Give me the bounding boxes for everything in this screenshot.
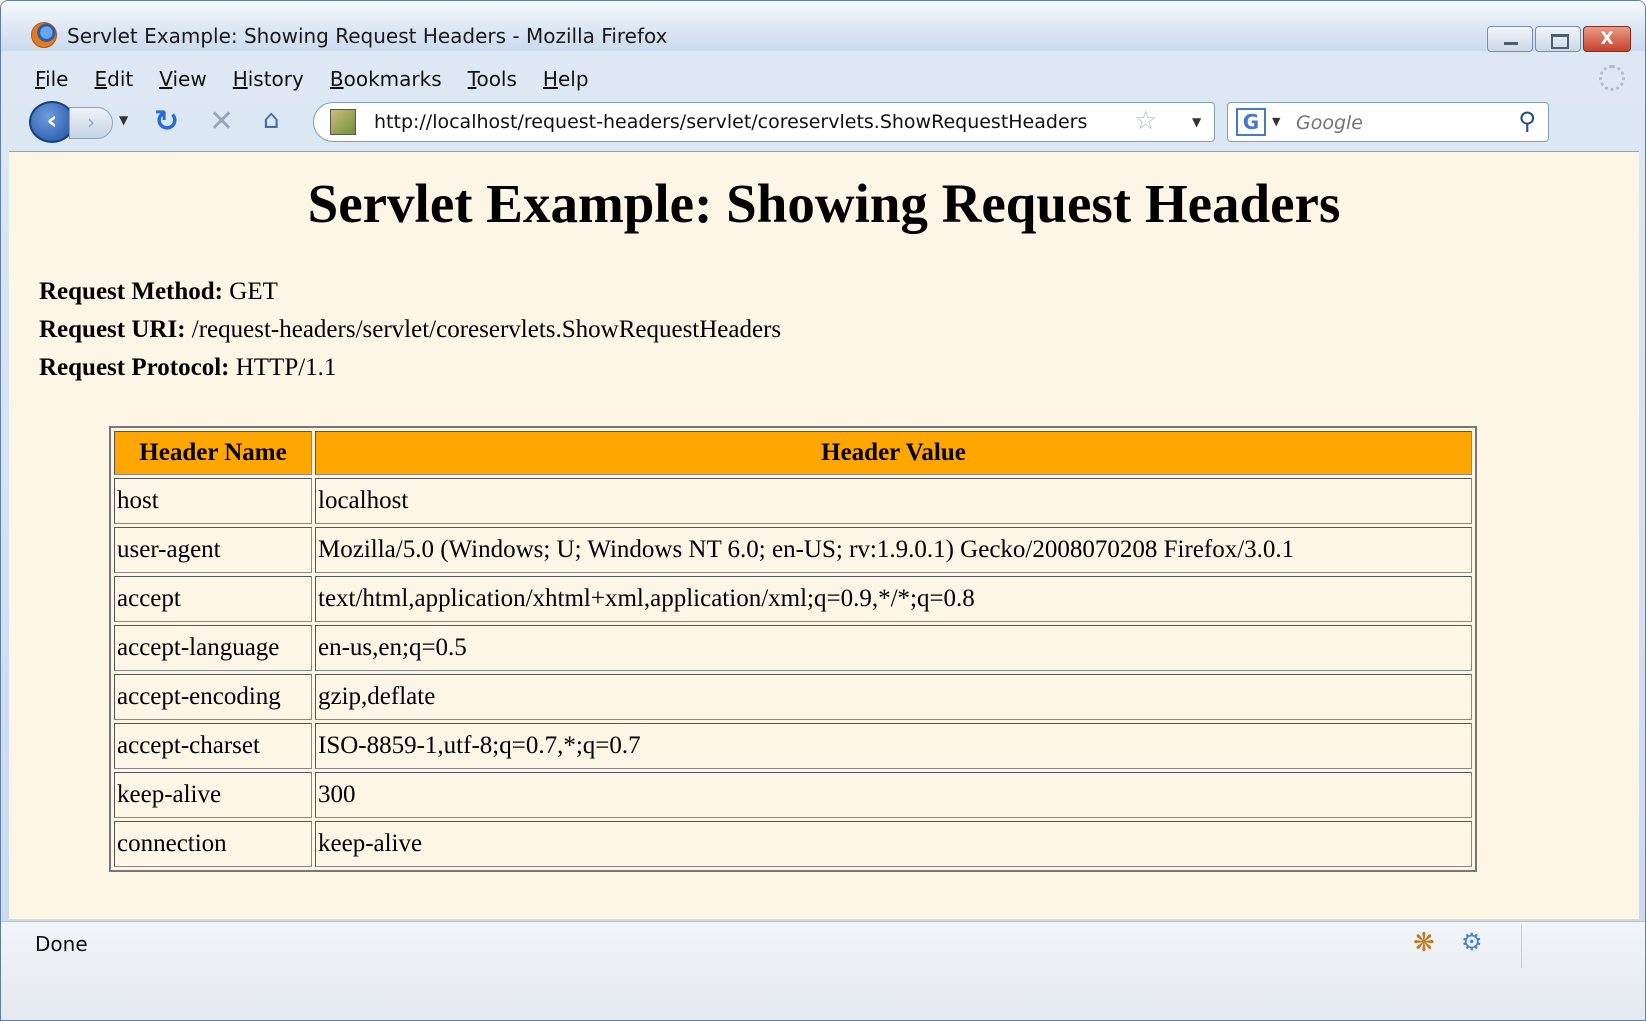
header-name-cell: accept-charset: [114, 723, 312, 769]
table-row: connection keep-alive: [114, 821, 1472, 867]
menu-history[interactable]: History: [233, 67, 304, 91]
header-name-cell: host: [114, 478, 312, 524]
stop-icon[interactable]: ✕: [209, 104, 234, 139]
table-row: accept text/html,application/xhtml+xml,a…: [114, 576, 1472, 622]
menu-file[interactable]: File: [35, 67, 68, 91]
header-name-cell: user-agent: [114, 527, 312, 573]
status-bar: Done ❋ ⚙: [1, 921, 1645, 1020]
menu-edit[interactable]: Edit: [94, 67, 133, 91]
menu-bookmarks[interactable]: Bookmarks: [330, 67, 442, 91]
bookmark-star-icon[interactable]: ☆: [1134, 106, 1157, 136]
header-name-cell: connection: [114, 821, 312, 867]
back-arrow-icon: ‹: [46, 106, 58, 136]
maximize-button[interactable]: [1535, 26, 1581, 52]
table-row: accept-language en-us,en;q=0.5: [114, 625, 1472, 671]
throbber-icon: [1599, 65, 1625, 91]
window-controls: X: [1487, 26, 1631, 52]
request-method-value: GET: [229, 278, 278, 305]
header-value-cell: ISO-8859-1,utf-8;q=0.7,*;q=0.7: [315, 723, 1472, 769]
status-text: Done: [35, 932, 88, 956]
window-title: Servlet Example: Showing Request Headers…: [67, 24, 668, 48]
request-uri-label: Request URI:: [39, 316, 186, 343]
history-dropdown-icon[interactable]: ▼: [119, 113, 128, 127]
header-value-cell: gzip,deflate: [315, 674, 1472, 720]
table-row: keep-alive 300: [114, 772, 1472, 818]
headers-table: Header Name Header Value host localhost …: [109, 426, 1477, 872]
request-uri-line: Request URI: /request-headers/servlet/co…: [39, 316, 781, 344]
menu-view[interactable]: View: [159, 67, 206, 91]
request-protocol-value: HTTP/1.1: [235, 354, 337, 381]
table-row: user-agent Mozilla/5.0 (Windows; U; Wind…: [114, 527, 1472, 573]
header-name-cell: accept-language: [114, 625, 312, 671]
close-icon: X: [1600, 29, 1614, 49]
header-value-cell: 300: [315, 772, 1472, 818]
address-bar[interactable]: http://localhost/request-headers/servlet…: [313, 102, 1215, 142]
request-method-label: Request Method:: [39, 278, 224, 305]
request-protocol-line: Request Protocol: HTTP/1.1: [39, 354, 336, 382]
home-icon[interactable]: ⌂: [263, 105, 280, 135]
page-favicon-icon: [330, 109, 356, 135]
search-engine-icon[interactable]: G: [1236, 108, 1266, 136]
browser-window: Servlet Example: Showing Request Headers…: [0, 0, 1646, 1021]
search-input[interactable]: [1296, 109, 1506, 137]
header-value-cell: keep-alive: [315, 821, 1472, 867]
search-engine-dropdown-icon[interactable]: ▼: [1272, 115, 1280, 128]
header-value-cell: text/html,application/xhtml+xml,applicat…: [315, 576, 1472, 622]
header-name-cell: keep-alive: [114, 772, 312, 818]
header-value-cell: en-us,en;q=0.5: [315, 625, 1472, 671]
url-dropdown-icon[interactable]: ▼: [1192, 115, 1201, 129]
forward-button[interactable]: ›: [69, 107, 113, 139]
column-header-name: Header Name: [114, 431, 312, 475]
table-row: accept-encoding gzip,deflate: [114, 674, 1472, 720]
table-row: accept-charset ISO-8859-1,utf-8;q=0.7,*;…: [114, 723, 1472, 769]
forward-arrow-icon: ›: [87, 110, 95, 134]
header-name-cell: accept-encoding: [114, 674, 312, 720]
page-content: Servlet Example: Showing Request Headers…: [9, 151, 1639, 919]
column-header-value: Header Value: [315, 431, 1472, 475]
header-name-cell: accept: [114, 576, 312, 622]
search-bar: G ▼ ⚲: [1227, 102, 1549, 142]
request-protocol-label: Request Protocol:: [39, 354, 230, 381]
search-icon[interactable]: ⚲: [1518, 107, 1536, 135]
status-divider: [1521, 924, 1522, 968]
menu-help[interactable]: Help: [543, 67, 589, 91]
reload-icon[interactable]: ↻: [154, 104, 179, 139]
firefox-logo-icon: [31, 22, 57, 48]
request-uri-value: /request-headers/servlet/coreservlets.Sh…: [191, 316, 782, 343]
menu-bar: File Edit View History Bookmarks Tools H…: [1, 61, 1645, 97]
menu-tools[interactable]: Tools: [468, 67, 517, 91]
firebug-icon[interactable]: ❋: [1413, 928, 1435, 958]
header-value-cell: localhost: [315, 478, 1472, 524]
url-input[interactable]: http://localhost/request-headers/servlet…: [374, 111, 1087, 133]
minimize-button[interactable]: [1487, 26, 1533, 52]
title-bar: Servlet Example: Showing Request Headers…: [1, 1, 1645, 52]
header-value-cell: Mozilla/5.0 (Windows; U; Windows NT 6.0;…: [315, 527, 1472, 573]
addon-status-icon[interactable]: ⚙: [1461, 928, 1483, 956]
request-method-line: Request Method: GET: [39, 278, 278, 306]
table-header-row: Header Name Header Value: [114, 431, 1472, 475]
table-row: host localhost: [114, 478, 1472, 524]
page-title: Servlet Example: Showing Request Headers: [307, 173, 1341, 234]
close-button[interactable]: X: [1583, 26, 1631, 52]
